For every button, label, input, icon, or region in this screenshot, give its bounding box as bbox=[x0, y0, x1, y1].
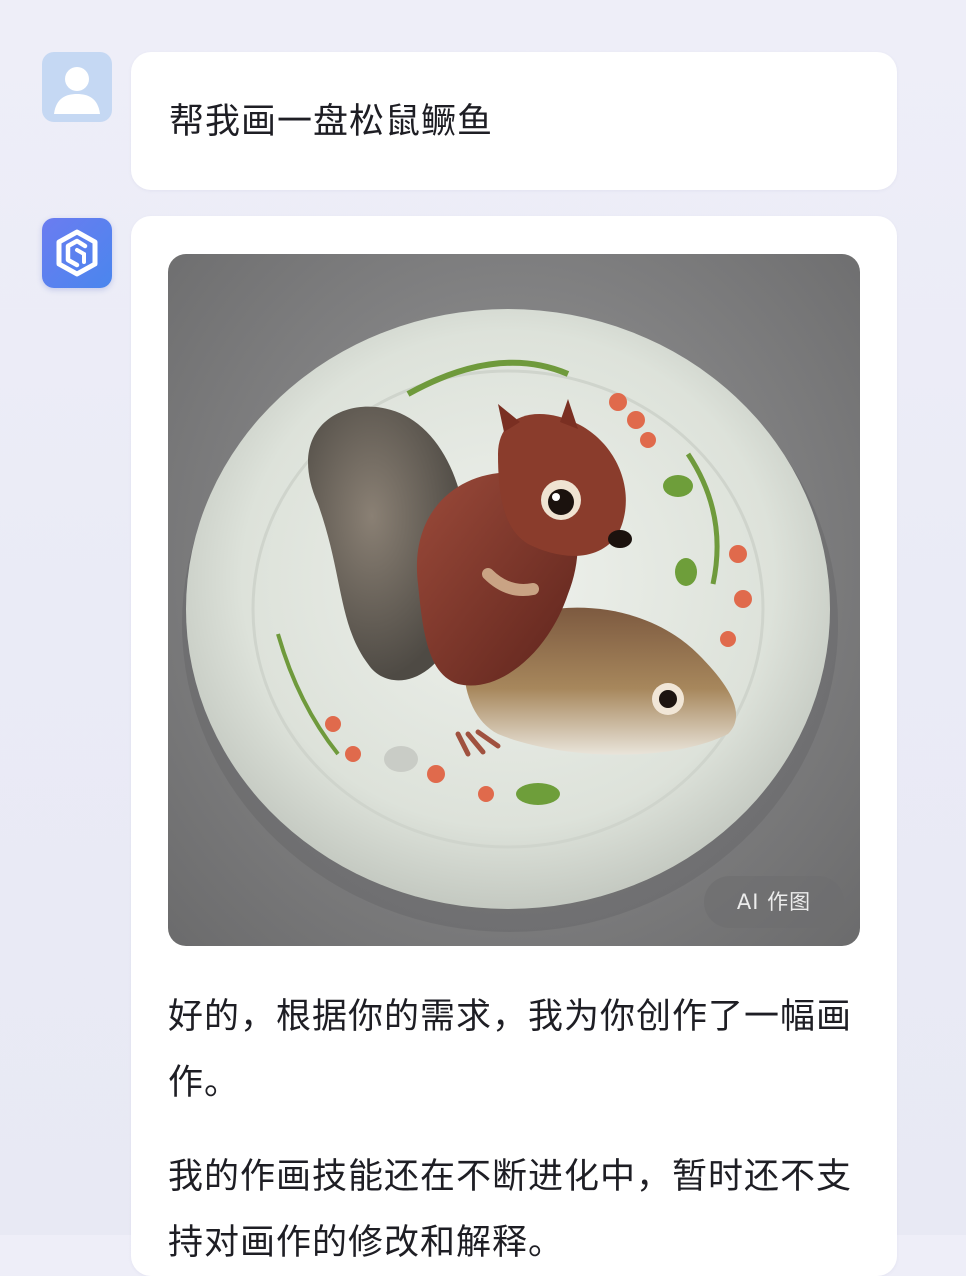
user-message-text: 帮我画一盘松鼠鳜鱼 bbox=[169, 102, 494, 142]
bot-reply-paragraph: 我的作画技能还在不断进化中，暂时还不支持对画作的修改和解释。 bbox=[168, 1157, 853, 1263]
user-avatar[interactable] bbox=[42, 52, 112, 122]
bot-logo-icon bbox=[56, 229, 98, 277]
bot-message-bubble: AI 作图 好的，根据你的需求，我为你创作了一幅画作。 我的作画技能还在不断进化… bbox=[131, 216, 897, 1276]
bot-avatar[interactable] bbox=[42, 218, 112, 288]
squirrel-fish-plate-illustration bbox=[182, 309, 838, 932]
user-message-bubble: 帮我画一盘松鼠鳜鱼 bbox=[131, 52, 897, 190]
ai-generated-badge: AI 作图 bbox=[704, 876, 844, 928]
person-silhouette-icon bbox=[54, 67, 100, 114]
bot-reply-paragraph: 好的，根据你的需求，我为你创作了一幅画作。 bbox=[168, 997, 853, 1103]
generated-image[interactable]: AI 作图 bbox=[168, 254, 860, 946]
